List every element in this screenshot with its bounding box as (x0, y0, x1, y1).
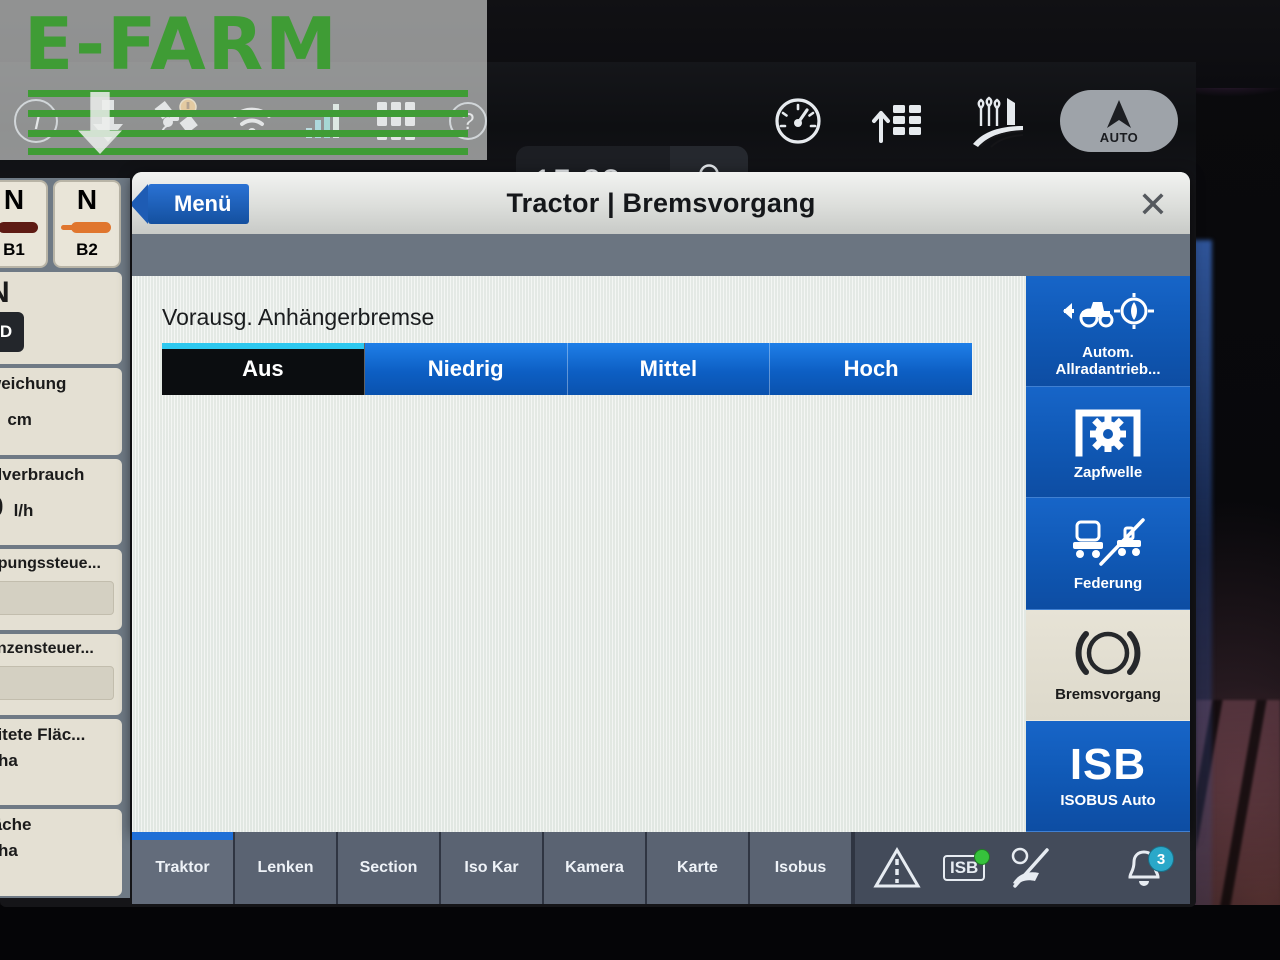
steering-auto-icon (1107, 99, 1131, 128)
area-title: eitete Fläc... (0, 724, 86, 744)
system-tray: ISB 3 (853, 832, 1190, 904)
settings-dialog: Menü Tractor | Bremsvorgang ✕ Vorausg. A… (132, 172, 1190, 832)
tab-section[interactable]: Section (338, 832, 441, 904)
control-slip[interactable]: ppungssteue... (0, 549, 122, 631)
background-bottom-dark (0, 905, 1280, 960)
control-limit[interactable]: enzensteuer... (0, 634, 122, 715)
wifi-icon[interactable] (216, 62, 288, 180)
sidebar-item-isobus-auto[interactable]: ISB ISOBUS Auto (1026, 720, 1190, 832)
tab-traktor[interactable]: Traktor (132, 832, 235, 904)
area-value-row: ha (0, 751, 114, 771)
readout-unit: cm (7, 410, 32, 430)
road-lane-icon[interactable] (873, 847, 921, 889)
suspension-icon (1065, 514, 1151, 570)
download-arrow-icon[interactable] (72, 62, 144, 180)
signal-bars-icon[interactable] (288, 62, 360, 180)
valve-widget-b1[interactable]: N B1 (0, 180, 48, 268)
gear-mode-card[interactable]: N D (0, 272, 122, 365)
segment-option-mittel[interactable]: Mittel (567, 343, 771, 395)
function-sidebar: Autom. Allradantrieb... Zapfwelle Federu… (1026, 276, 1190, 832)
dialog-body: Vorausg. Anhängerbremse Aus Niedrig Mitt… (132, 276, 1026, 832)
cylinder-icon (0, 221, 40, 234)
help-icon[interactable]: ? (432, 62, 504, 180)
drive-mode-chip: D (0, 312, 24, 352)
notifications-button[interactable]: 3 (1116, 844, 1174, 892)
field-label-trailer-brake: Vorausg. Anhängerbremse (162, 304, 435, 330)
auto-steering-button[interactable]: AUTO (1060, 90, 1178, 152)
area-worked: eitete Fläc... ha (0, 718, 122, 806)
tab-karte[interactable]: Karte (647, 832, 750, 904)
segment-option-aus[interactable]: Aus (162, 343, 365, 395)
app-grid-icon[interactable] (360, 62, 432, 180)
info-icon[interactable]: 𝚤 (0, 62, 72, 180)
readout-value-row: - cm (0, 400, 114, 432)
control-title: ppungssteue... (0, 555, 101, 573)
pto-gear-icon (1071, 403, 1145, 459)
control-slider[interactable] (0, 581, 114, 616)
dialog-titlebar: Menü Tractor | Bremsvorgang ✕ (132, 172, 1190, 234)
sidebar-item-label: Autom. Allradantrieb... (1055, 344, 1161, 379)
cylinder-icon (61, 221, 113, 234)
area-title: läche (0, 815, 32, 835)
gear-indicator: N (0, 278, 114, 308)
notification-badge: 3 (1148, 846, 1174, 872)
field-crop-icon[interactable] (948, 62, 1048, 180)
brake-disc-icon (1070, 625, 1146, 681)
sidebar-item-label: Zapfwelle (1073, 463, 1143, 481)
valve-widget-b2[interactable]: N B2 (53, 180, 121, 268)
close-icon[interactable]: ✕ (1134, 186, 1172, 224)
sidebar-item-label: ISOBUS Auto (1060, 791, 1156, 809)
valve-gear-label: N (3, 184, 25, 215)
area-value-row: ha (0, 841, 114, 861)
readout-deviation: weichung - cm (0, 368, 122, 455)
status-bar-left-icons: 𝚤 ? (0, 62, 516, 180)
dialog-subheader-bar (132, 234, 1190, 276)
sidebar-item-federung[interactable]: Federung (1026, 498, 1190, 610)
sidebar-item-label: Bremsvorgang (1055, 686, 1161, 704)
trailer-brake-segmented-control: Aus Niedrig Mittel Hoch (162, 343, 972, 395)
tab-kamera[interactable]: Kamera (544, 832, 647, 904)
segment-option-niedrig[interactable]: Niedrig (364, 343, 568, 395)
menu-back-button[interactable]: Menü (132, 184, 250, 224)
valve-row: N B1 N B2 (0, 180, 124, 268)
left-data-panel: N B1 N B2 N D weichung - cm elverbrauch (0, 178, 130, 898)
sidebar-item-label: Federung (1073, 575, 1143, 593)
screenshot-root: 𝚤 ? AUTO N B1 N B2 D eichung cm verbrauc… (0, 0, 1280, 960)
readout-title: elverbrauch (0, 464, 85, 484)
status-bar: 𝚤 ? AUTO (0, 62, 1196, 218)
tachometer-icon[interactable] (748, 62, 848, 180)
isb-status-chip[interactable]: ISB (943, 849, 991, 881)
readout-value: 0 (0, 491, 4, 523)
page-title: Tractor | Bremsvorgang (506, 187, 816, 218)
auto-button-label: AUTO (1099, 129, 1139, 145)
sidebar-item-zapfwelle[interactable]: Zapfwelle (1026, 387, 1190, 499)
control-title: enzensteuer... (0, 640, 94, 658)
implement-disabled-icon[interactable] (1007, 847, 1053, 889)
segment-option-hoch[interactable]: Hoch (770, 343, 972, 395)
sidebar-item-allradantrieb[interactable]: Autom. Allradantrieb... (1026, 276, 1190, 388)
readout-unit: l/h (13, 500, 34, 520)
area-unit: ha (0, 750, 18, 770)
bottom-tab-bar: Traktor Lenken Section Iso Kar Kamera Ka… (132, 832, 1190, 904)
valve-tag: B1 (3, 240, 25, 259)
implement-lift-icon[interactable] (848, 62, 948, 180)
tab-iso-kar[interactable]: Iso Kar (441, 832, 544, 904)
isb-status-dot (974, 849, 991, 865)
area-total: läche ha (0, 809, 122, 896)
sidebar-item-bremsvorgang[interactable]: Bremsvorgang (1026, 609, 1190, 721)
readout-fuel-consumption: elverbrauch 0 l/h (0, 458, 122, 546)
area-unit: ha (0, 841, 18, 861)
tab-isobus[interactable]: Isobus (750, 832, 853, 904)
valve-gear-label: N (76, 184, 98, 215)
awd-tractor-icon (1062, 283, 1154, 339)
readout-title: weichung (0, 374, 67, 394)
readout-value-row: 0 l/h (0, 491, 114, 523)
tab-lenken[interactable]: Lenken (235, 832, 338, 904)
valve-tag: B2 (76, 240, 98, 259)
control-slider[interactable] (0, 666, 114, 701)
status-bar-right-icons: AUTO (748, 62, 1196, 180)
gps-satellite-icon[interactable] (144, 62, 216, 180)
isb-icon: ISB (1069, 739, 1147, 789)
